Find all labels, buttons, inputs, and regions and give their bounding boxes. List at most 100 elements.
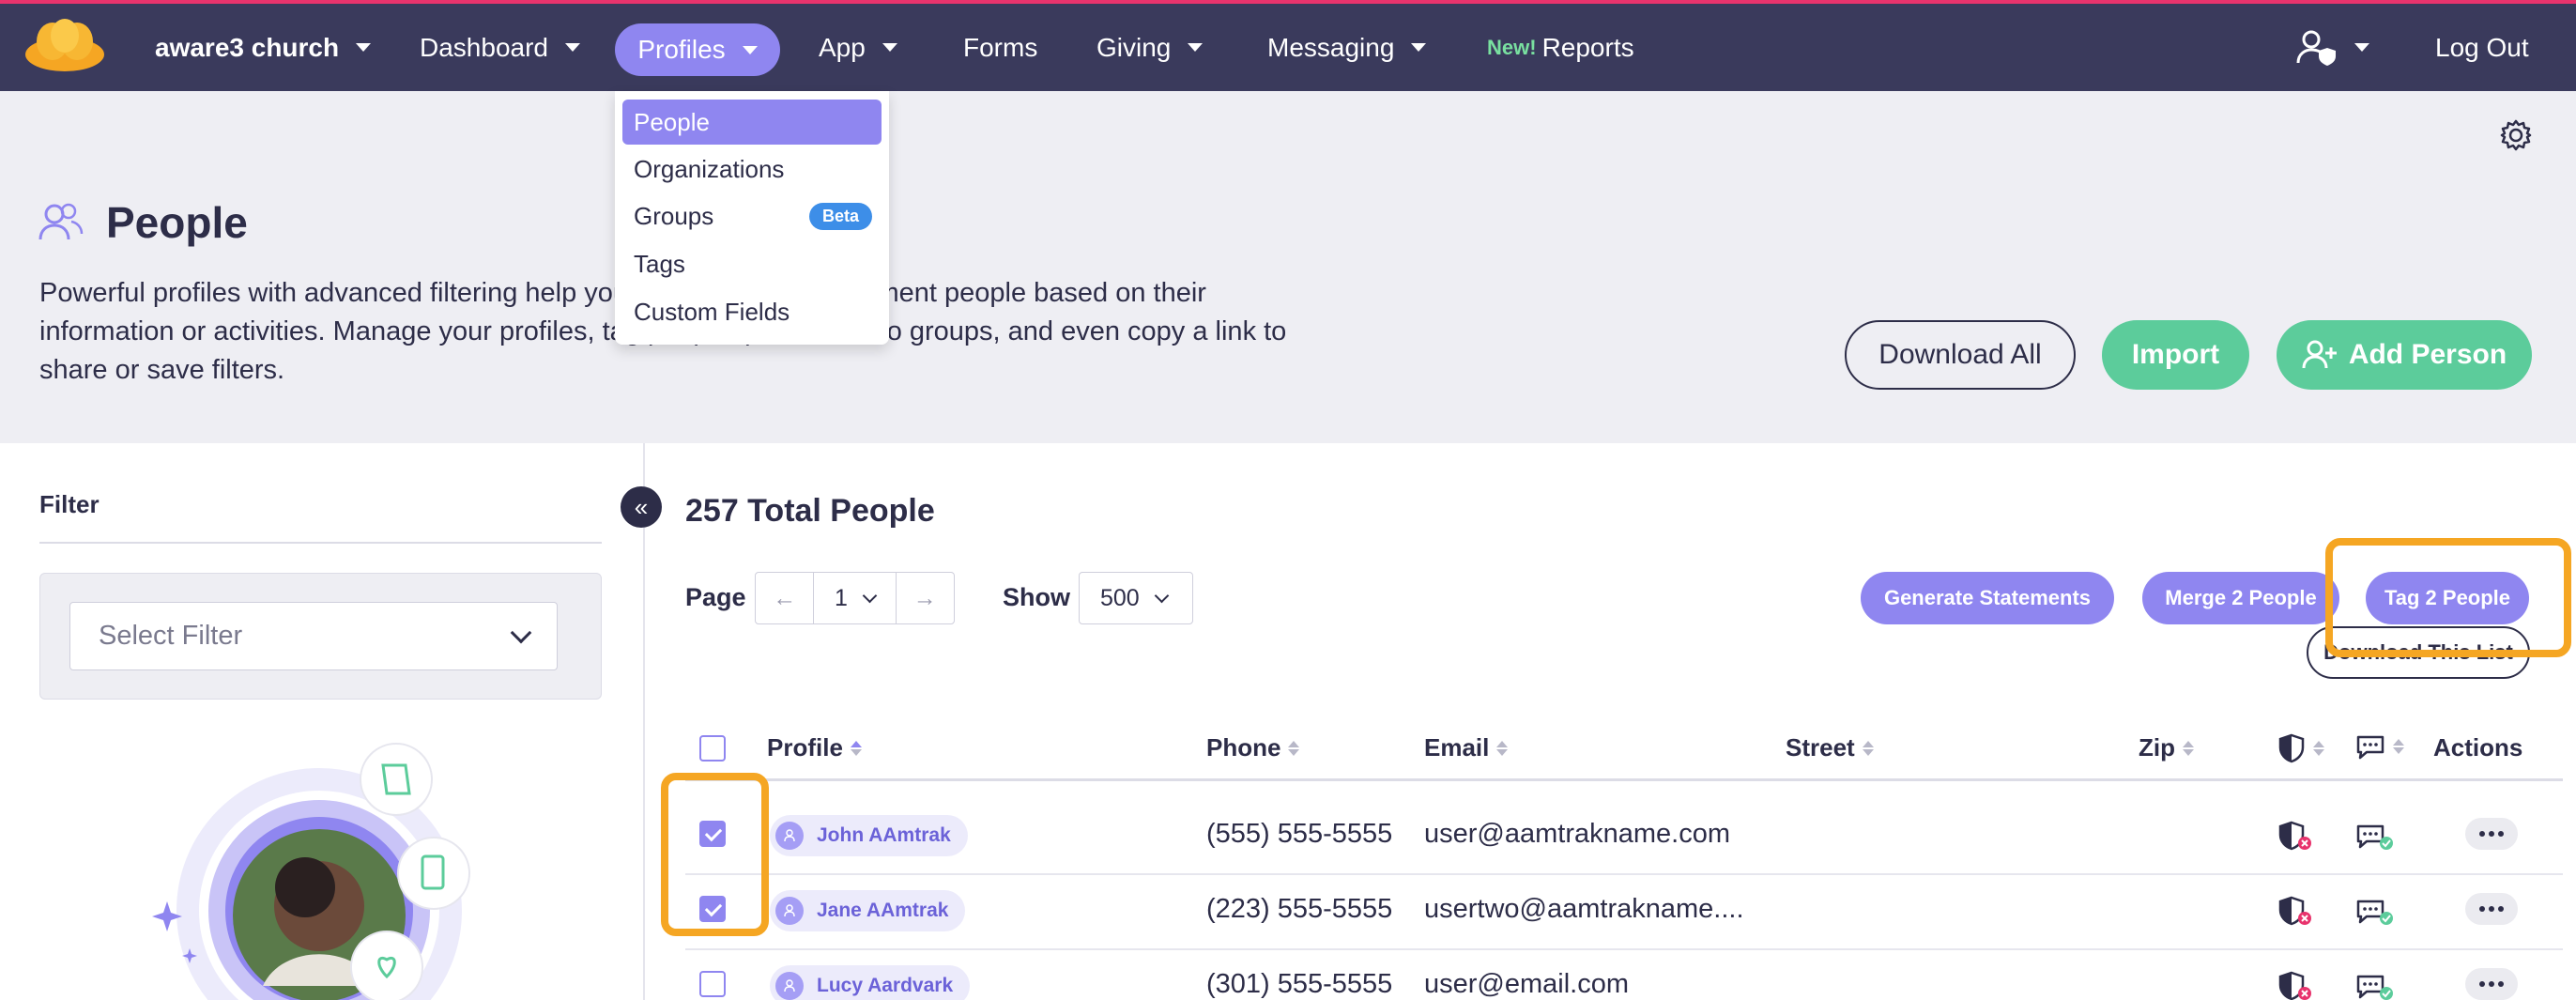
show-label: Show <box>1003 583 1070 611</box>
import-button[interactable]: Import <box>2102 320 2249 390</box>
column-zip[interactable]: Zip <box>2139 733 2194 762</box>
nav-giving-label: Giving <box>1096 32 1172 62</box>
generate-statements-button[interactable]: Generate Statements <box>1861 572 2114 624</box>
messaging-status-icon <box>2355 898 2395 932</box>
page-value: 1 <box>835 584 848 611</box>
privacy-status-icon <box>2277 971 2313 1000</box>
gear-icon[interactable] <box>2500 119 2532 151</box>
merge-people-label: Merge 2 People <box>2165 586 2317 609</box>
merge-people-button[interactable]: Merge 2 People <box>2142 572 2339 624</box>
org-name: aware3 church <box>155 32 340 62</box>
messaging-status-icon <box>2355 973 2395 1000</box>
next-page-button[interactable]: → <box>897 573 954 623</box>
page-size-select[interactable]: 500 <box>1079 572 1193 624</box>
email-cell: usertwo@aamtrakname.... <box>1424 894 1744 924</box>
divider <box>685 873 2563 875</box>
row-checkbox[interactable] <box>699 821 726 847</box>
nav-app-label: App <box>819 32 866 62</box>
sort-icon <box>2183 740 2194 756</box>
menu-item-label: Groups <box>634 201 714 230</box>
nav-app[interactable]: App <box>819 4 897 91</box>
select-filter-dropdown[interactable]: Select Filter <box>69 602 558 670</box>
nav-giving[interactable]: Giving <box>1096 4 1204 91</box>
avatar-icon <box>775 972 804 1000</box>
profile-link[interactable]: Lucy Aardvark <box>770 965 971 1000</box>
user-menu[interactable] <box>2296 4 2369 91</box>
prev-page-button[interactable]: ← <box>756 573 813 623</box>
chevron-down-icon <box>742 45 758 54</box>
add-person-label: Add Person <box>2348 339 2507 370</box>
phone-cell: (223) 555-5555 <box>1206 894 1393 924</box>
menu-item-label: Custom Fields <box>634 297 790 326</box>
row-actions-button[interactable] <box>2465 818 2518 850</box>
privacy-status-icon <box>2277 821 2313 857</box>
avatar-icon <box>775 897 804 925</box>
column-street[interactable]: Street <box>1786 733 1874 762</box>
privacy-status-icon <box>2277 896 2313 932</box>
avatar-icon <box>775 822 804 850</box>
chevron-down-icon <box>882 43 897 52</box>
download-all-label: Download All <box>1878 339 2042 370</box>
logout-link[interactable]: Log Out <box>2435 4 2529 91</box>
column-label: Email <box>1424 733 1490 762</box>
nav-reports[interactable]: New! Reports <box>1487 4 1634 91</box>
column-label: Zip <box>2139 733 2175 762</box>
collapse-sidebar-button[interactable]: « <box>621 486 662 528</box>
menu-item-tags[interactable]: Tags <box>622 241 882 286</box>
brand-logo-icon[interactable] <box>24 19 105 71</box>
chevron-down-icon <box>1154 588 1169 603</box>
row-actions-button[interactable] <box>2465 893 2518 925</box>
column-actions: Actions <box>2433 733 2522 762</box>
column-phone[interactable]: Phone <box>1206 733 1300 762</box>
column-messaging[interactable] <box>2355 733 2404 760</box>
chevron-down-icon <box>2354 43 2369 52</box>
nav-forms-label: Forms <box>963 32 1038 62</box>
chevron-down-icon <box>356 43 372 52</box>
nav-dashboard[interactable]: Dashboard <box>420 4 580 91</box>
download-list-button[interactable]: Download This List <box>2307 626 2530 679</box>
nav-forms[interactable]: Forms <box>963 4 1037 91</box>
sort-icon <box>1288 740 1300 756</box>
profile-link[interactable]: Jane AAmtrak <box>770 890 966 931</box>
people-icon <box>38 203 84 240</box>
menu-item-people[interactable]: People <box>622 100 882 145</box>
row-checkbox[interactable] <box>699 896 726 922</box>
menu-item-custom-fields[interactable]: Custom Fields <box>622 289 882 334</box>
people-illustration <box>152 743 470 1000</box>
profile-name: John AAmtrak <box>817 824 951 846</box>
pagination: ← 1 → <box>755 572 955 624</box>
chevron-down-icon <box>1188 43 1204 52</box>
column-privacy[interactable] <box>2277 733 2324 763</box>
profile-link[interactable]: John AAmtrak <box>770 815 968 856</box>
row-checkbox[interactable] <box>699 971 726 997</box>
import-label: Import <box>2131 339 2220 370</box>
add-person-button[interactable]: Add Person <box>2277 320 2532 390</box>
column-label: Phone <box>1206 733 1281 762</box>
column-label: Profile <box>767 733 843 762</box>
logout-label: Log Out <box>2435 32 2529 62</box>
org-switcher[interactable]: aware3 church <box>155 4 372 91</box>
divider <box>685 778 2563 781</box>
menu-item-groups[interactable]: Groups Beta <box>622 193 882 238</box>
sort-icon <box>1862 740 1874 756</box>
download-all-button[interactable]: Download All <box>1845 320 2076 390</box>
page-select[interactable]: 1 <box>813 573 897 623</box>
double-chevron-left-icon: « <box>634 492 649 521</box>
phone-cell: (555) 555-5555 <box>1206 819 1393 849</box>
nav-reports-label: Reports <box>1541 32 1634 62</box>
chevron-down-icon <box>862 588 878 603</box>
profile-name: Jane AAmtrak <box>817 900 949 921</box>
column-email[interactable]: Email <box>1424 733 1509 762</box>
select-filter-placeholder: Select Filter <box>99 621 243 651</box>
tag-people-label: Tag 2 People <box>2384 586 2511 609</box>
nav-profiles[interactable]: Profiles <box>615 23 780 76</box>
sort-icon <box>2393 739 2404 754</box>
filter-heading: Filter <box>39 490 100 518</box>
menu-item-organizations[interactable]: Organizations <box>622 146 882 192</box>
tag-people-button[interactable]: Tag 2 People <box>2366 572 2529 624</box>
column-profile[interactable]: Profile <box>767 733 862 762</box>
chevron-down-icon <box>564 43 580 52</box>
select-all-checkbox[interactable] <box>699 735 726 762</box>
row-actions-button[interactable] <box>2465 968 2518 1000</box>
nav-messaging[interactable]: Messaging <box>1267 4 1427 91</box>
